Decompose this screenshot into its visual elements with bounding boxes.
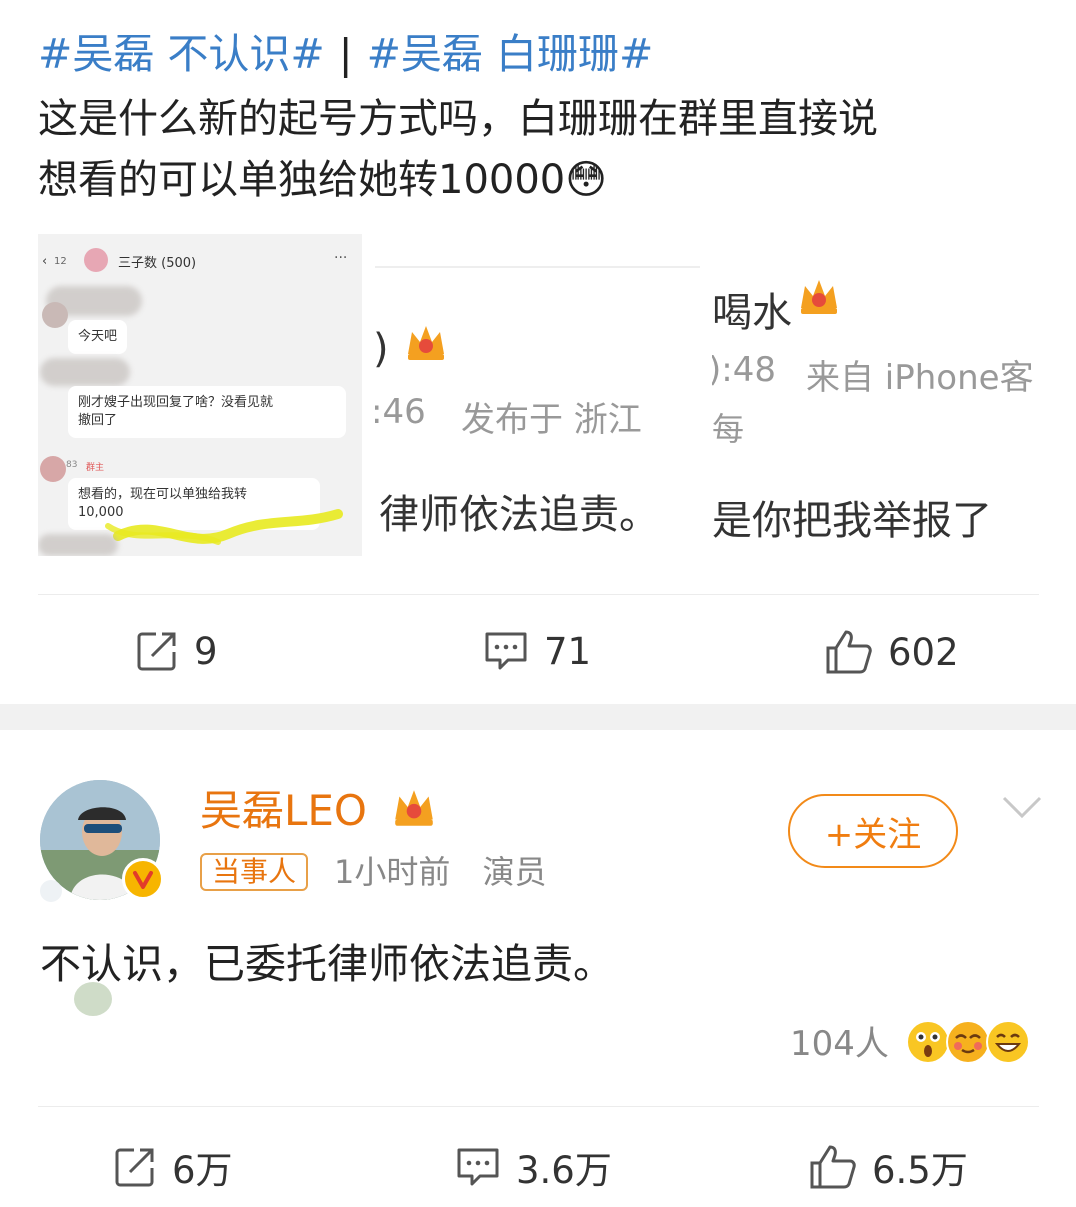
blushing-emoji-icon bbox=[946, 1020, 990, 1064]
chat-avatar bbox=[42, 302, 68, 328]
chat-bubble-line: 撤回了 bbox=[78, 413, 118, 428]
comment-icon bbox=[457, 1148, 499, 1186]
crown-icon bbox=[408, 326, 444, 360]
chat-member-tag: 83 bbox=[66, 460, 78, 470]
crown-icon bbox=[801, 280, 837, 314]
post-text-line-1: 这是什么新的起号方式吗，白珊珊在群里直接说 bbox=[38, 96, 878, 142]
post-meta: 1小时前 演员 bbox=[334, 852, 547, 892]
like-button[interactable]: 602 bbox=[824, 628, 959, 676]
more-icon: ··· bbox=[334, 250, 348, 266]
like-count: 602 bbox=[888, 630, 959, 674]
comment-button[interactable]: 71 bbox=[482, 628, 591, 674]
post-text-line-2: 想看的可以单独给她转10000😳 bbox=[38, 154, 607, 206]
repost-icon bbox=[137, 632, 176, 671]
reaction-count[interactable]: 104人 bbox=[790, 1022, 889, 1066]
shot-body-text: 律师依法追责。 bbox=[379, 492, 659, 538]
chat-bubble-line: 刚才嫂子出现回复了啥？没看见就 bbox=[78, 395, 274, 410]
topic-separator: | bbox=[338, 30, 353, 78]
comment-icon bbox=[485, 632, 527, 670]
shot-name-fragment: ) bbox=[375, 326, 389, 372]
post-time: 1小时前 bbox=[334, 853, 451, 891]
topic-line: #吴磊 不认识# | #吴磊 白珊珊# bbox=[38, 28, 653, 80]
sticker-icon bbox=[74, 982, 112, 1016]
shot-time: ):48 bbox=[712, 350, 776, 390]
chat-role-tag: 群主 bbox=[86, 463, 105, 473]
user-role: 演员 bbox=[482, 853, 547, 891]
chat-header: ‹ 12 三子数 (500) ··· bbox=[38, 244, 362, 284]
divider bbox=[38, 1106, 1039, 1107]
shot-location: 发布于 浙江 bbox=[461, 400, 642, 440]
chevron-down-icon[interactable] bbox=[1000, 792, 1044, 822]
repost-count: 6万 bbox=[172, 1149, 233, 1192]
chat-group-name: 三子数 (500) bbox=[118, 256, 197, 271]
group-avatar bbox=[84, 248, 108, 272]
like-button[interactable]: 6.5万 bbox=[808, 1140, 968, 1194]
comment-count: 3.6万 bbox=[516, 1149, 612, 1192]
shot-extra: 每 bbox=[712, 410, 745, 448]
decoration-icon bbox=[40, 880, 62, 902]
shot-time: :46 bbox=[375, 392, 426, 432]
repost-icon bbox=[115, 1148, 154, 1187]
repost-button[interactable]: 6万 bbox=[112, 1140, 233, 1194]
shot-name-fragment: 喝水 bbox=[712, 290, 792, 336]
back-icon: ‹ bbox=[42, 254, 48, 269]
crown-icon bbox=[395, 790, 433, 826]
chat-bubble: 刚才嫂子出现回复了啥？没看见就 撤回了 bbox=[68, 386, 346, 438]
username[interactable]: 吴磊LEO bbox=[200, 786, 367, 836]
party-badge: 当事人 bbox=[200, 853, 309, 891]
verified-badge-icon bbox=[122, 858, 164, 900]
repost-count: 9 bbox=[194, 629, 218, 673]
reaction-emojis[interactable] bbox=[906, 1020, 1040, 1068]
thumbs-up-icon bbox=[810, 1145, 856, 1189]
comment-button[interactable]: 3.6万 bbox=[454, 1140, 612, 1194]
post-image-chat[interactable]: ‹ 12 三子数 (500) ··· 今天吧 刚才嫂子出现回复了啥？没看见就 撤… bbox=[38, 234, 362, 556]
unread-badge: 12 bbox=[54, 256, 67, 267]
section-gap bbox=[0, 704, 1076, 730]
follow-button[interactable]: +关注 bbox=[788, 794, 958, 868]
like-count: 6.5万 bbox=[872, 1149, 968, 1192]
post-text-line-2-body: 想看的可以单独给她转10000 bbox=[38, 157, 566, 203]
flushed-emoji: 😳 bbox=[565, 157, 607, 203]
repost-button[interactable]: 9 bbox=[134, 628, 218, 674]
comment-count: 71 bbox=[544, 629, 592, 673]
divider bbox=[38, 594, 1039, 595]
chat-bubble: 今天吧 bbox=[68, 320, 128, 354]
grinning-emoji-icon bbox=[986, 1020, 1030, 1064]
shot-body-text: 是你把我举报了 bbox=[712, 498, 992, 544]
thumbs-up-icon bbox=[826, 630, 872, 674]
highlight-scribble bbox=[105, 509, 343, 545]
chat-avatar bbox=[40, 456, 66, 482]
topic-tag-1[interactable]: #吴磊 不认识# bbox=[38, 30, 325, 78]
post-image-screenshot-3[interactable]: 喝水 ):48 来自 iPhone客 每 是你把我举报了 bbox=[712, 234, 1039, 556]
shot-source: 来自 iPhone客 bbox=[806, 358, 1034, 398]
post-image-screenshot-2[interactable]: ) :46 发布于 浙江 律师依法追责。 bbox=[375, 234, 700, 556]
topic-tag-2[interactable]: #吴磊 白珊珊# bbox=[367, 30, 654, 78]
astonished-emoji-icon bbox=[906, 1020, 950, 1064]
reply-text: 不认识，已委托律师依法追责。 bbox=[40, 940, 614, 988]
